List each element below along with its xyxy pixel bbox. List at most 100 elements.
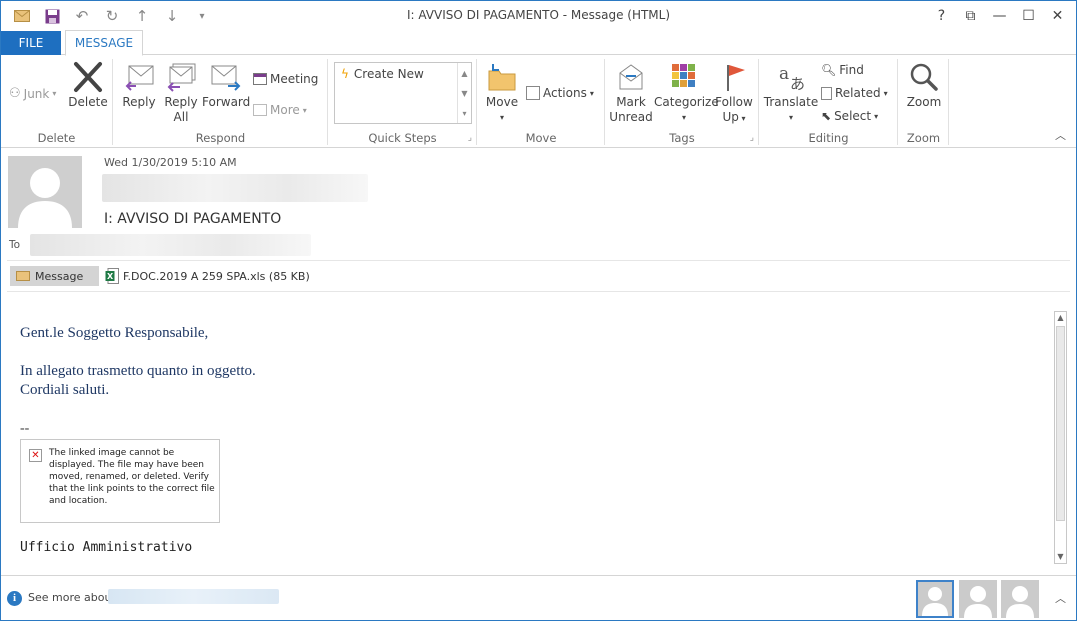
window-title: I: AVVISO DI PAGAMENTO - Message (HTML) bbox=[406, 8, 671, 22]
scroll-down-icon[interactable]: ▼ bbox=[461, 89, 467, 98]
message-date: Wed 1/30/2019 5:10 AM bbox=[104, 156, 237, 169]
tab-message[interactable]: MESSAGE bbox=[65, 30, 143, 56]
maximize-button[interactable]: ☐ bbox=[1014, 4, 1043, 28]
sender-avatar[interactable] bbox=[8, 156, 82, 228]
find-button[interactable]: 🔍︎ Find bbox=[821, 63, 864, 77]
reply-all-button[interactable]: Reply All bbox=[162, 61, 200, 125]
quick-steps-gallery[interactable]: ϟ Create New ▲ ▼ ▾ bbox=[334, 62, 472, 124]
zoom-group-label: Zoom bbox=[906, 131, 941, 145]
select-button[interactable]: ⬉ Select ▾ bbox=[821, 109, 878, 123]
message-body: Gent.le Soggetto Responsabile, In allega… bbox=[1, 303, 1051, 573]
more-respond-button[interactable]: More ▾ bbox=[253, 103, 307, 117]
move-button[interactable]: Move ▾ bbox=[484, 61, 520, 125]
actions-icon bbox=[526, 86, 540, 100]
tags-group-label: Tags bbox=[669, 131, 695, 145]
help-button[interactable]: ? bbox=[927, 4, 956, 28]
xls-attachment-name: F.DOC.2019 A 259 SPA.xls (85 KB) bbox=[123, 269, 310, 283]
follow-up-button[interactable]: Follow Up ▾ bbox=[714, 61, 754, 126]
chevron-down-icon: ▾ bbox=[738, 114, 746, 123]
related-button[interactable]: Related ▾ bbox=[821, 86, 888, 100]
people-avatar[interactable] bbox=[1001, 580, 1039, 618]
message-header: Wed 1/30/2019 5:10 AM I: AVVISO DI PAGAM… bbox=[1, 148, 1076, 261]
body-line-1: In allegato trasmetto quanto in oggetto. bbox=[20, 363, 256, 379]
info-icon: i bbox=[7, 591, 22, 606]
mark-unread-label-line2: Unread bbox=[609, 110, 653, 124]
flag-icon bbox=[727, 65, 745, 91]
zoom-button[interactable]: Zoom bbox=[903, 61, 945, 110]
editing-group-label: Editing bbox=[808, 131, 849, 145]
expand-people-pane-icon[interactable]: ︿ bbox=[1055, 590, 1066, 606]
chevron-down-icon: ▾ bbox=[883, 88, 888, 98]
create-new-quick-step[interactable]: ϟ Create New bbox=[341, 67, 424, 81]
actions-label: Actions bbox=[543, 86, 587, 100]
see-more-about-label[interactable]: See more about bbox=[28, 591, 116, 604]
binoculars-icon: 🔍︎ bbox=[821, 63, 837, 77]
reply-label: Reply bbox=[122, 95, 156, 109]
see-more-name-redacted bbox=[108, 589, 279, 604]
chevron-down-icon: ▾ bbox=[589, 88, 594, 98]
respond-group: Reply Reply All Forward Meeting More ▾ R… bbox=[114, 59, 328, 145]
people-avatar[interactable] bbox=[959, 580, 997, 618]
meeting-button[interactable]: Meeting bbox=[253, 72, 318, 86]
collapse-ribbon-icon[interactable]: ︿ bbox=[1055, 127, 1066, 143]
meeting-label: Meeting bbox=[270, 72, 319, 86]
reply-all-label-line2: All bbox=[173, 110, 189, 124]
broken-image-icon: ✕ bbox=[29, 449, 42, 462]
dialog-launcher-icon[interactable]: ⌟ bbox=[750, 133, 754, 143]
signature-office: Ufficio Amministrativo bbox=[20, 540, 193, 555]
scroll-up-icon[interactable]: ▲ bbox=[461, 69, 467, 78]
envelope-icon bbox=[16, 271, 30, 281]
xls-attachment[interactable]: X F.DOC.2019 A 259 SPA.xls (85 KB) bbox=[105, 266, 310, 286]
tags-group: Mark Unread Categorize ▾ Follow Up ▾ Tag… bbox=[606, 59, 759, 145]
close-button[interactable]: ✕ bbox=[1043, 4, 1072, 28]
title-bar: ↶ ↻ ↑ ↓ ▾ I: AVVISO DI PAGAMENTO - Messa… bbox=[1, 1, 1076, 31]
body-line-2: Cordiali saluti. bbox=[20, 382, 110, 398]
svg-text:あ: あ bbox=[790, 75, 805, 93]
recipient-redacted bbox=[30, 234, 311, 256]
mark-unread-icon bbox=[619, 64, 643, 90]
outlook-message-window: ↶ ↻ ↑ ↓ ▾ I: AVVISO DI PAGAMENTO - Messa… bbox=[0, 0, 1077, 621]
person-icon bbox=[18, 168, 72, 228]
people-avatar[interactable] bbox=[916, 580, 954, 618]
junk-label: Junk bbox=[23, 86, 50, 101]
zoom-group: Zoom Zoom bbox=[899, 59, 949, 145]
delete-group-label: Delete bbox=[37, 131, 76, 145]
reply-button[interactable]: Reply bbox=[120, 61, 158, 110]
create-new-label: Create New bbox=[353, 67, 424, 81]
related-label: Related bbox=[835, 86, 881, 100]
junk-button[interactable]: ⚇ Junk ▾ bbox=[9, 86, 56, 101]
categorize-button[interactable]: Categorize ▾ bbox=[654, 61, 719, 125]
message-subject: I: AVVISO DI PAGAMENTO bbox=[104, 211, 282, 227]
svg-text:X: X bbox=[107, 272, 114, 281]
delete-button[interactable]: Delete bbox=[67, 61, 109, 110]
body-scrollbar[interactable]: ▲ ▼ bbox=[1054, 311, 1067, 564]
scroll-down-arrow[interactable]: ▼ bbox=[1055, 551, 1066, 563]
more-icon bbox=[253, 104, 267, 116]
ribbon-display-options-button[interactable]: ⧉ bbox=[956, 4, 985, 28]
mark-unread-button[interactable]: Mark Unread bbox=[608, 61, 654, 125]
quick-steps-group: ϟ Create New ▲ ▼ ▾ Quick Steps ⌟ bbox=[329, 59, 477, 145]
quick-steps-scroller[interactable]: ▲ ▼ ▾ bbox=[457, 63, 471, 123]
people-pane: i See more about ︿ bbox=[1, 575, 1076, 620]
scroll-thumb[interactable] bbox=[1056, 326, 1065, 521]
person-icon bbox=[964, 586, 992, 618]
actions-button[interactable]: Actions ▾ bbox=[526, 86, 594, 100]
delete-x-icon bbox=[74, 62, 102, 92]
message-attachment-tab[interactable]: Message bbox=[10, 266, 99, 286]
more-quick-steps-icon[interactable]: ▾ bbox=[462, 109, 466, 118]
attachment-bar: Message X F.DOC.2019 A 259 SPA.xls (85 K… bbox=[1, 261, 1076, 292]
scroll-up-arrow[interactable]: ▲ bbox=[1055, 312, 1066, 324]
chevron-down-icon: ▾ bbox=[302, 105, 307, 115]
tab-file[interactable]: FILE bbox=[1, 31, 61, 55]
translate-button[interactable]: aあ Translate ▾ bbox=[762, 61, 820, 125]
more-label: More bbox=[270, 103, 300, 117]
broken-image-placeholder: ✕ The linked image cannot be displayed. … bbox=[20, 439, 220, 523]
sender-name-redacted bbox=[102, 174, 368, 202]
dialog-launcher-icon[interactable]: ⌟ bbox=[468, 133, 472, 143]
translate-icon: aあ bbox=[779, 64, 805, 93]
minimize-button[interactable]: — bbox=[985, 4, 1014, 28]
reply-icon bbox=[125, 65, 154, 91]
forward-button[interactable]: Forward bbox=[202, 61, 250, 110]
forward-icon bbox=[211, 65, 241, 91]
quick-steps-group-label: Quick Steps bbox=[368, 131, 437, 145]
